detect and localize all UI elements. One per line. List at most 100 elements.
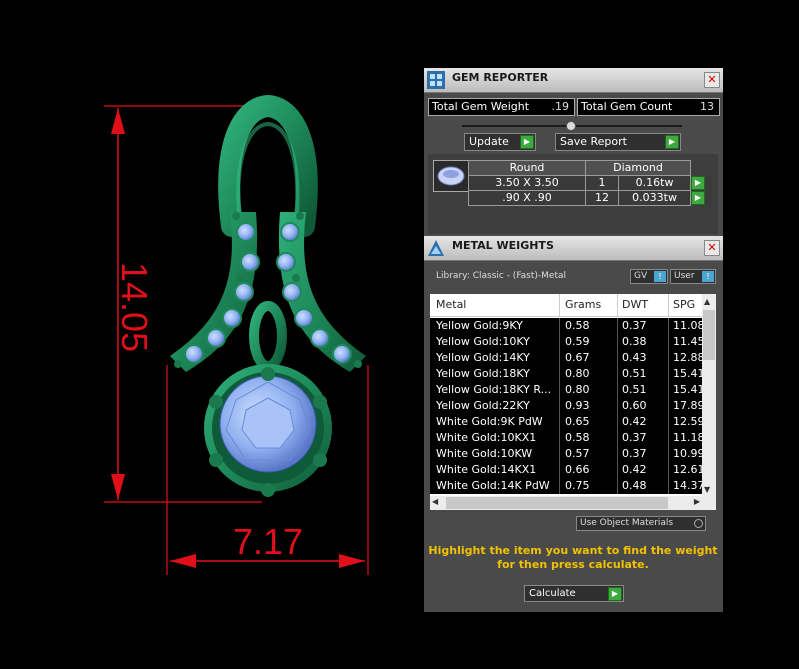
metal-cell-grams: 0.57 [565, 447, 590, 460]
metal-list[interactable]: Metal Grams DWT SPG Yellow Gold:9KY 0.58 0… [430, 294, 716, 510]
play-arrow-icon: ▶ [665, 135, 679, 149]
gem-area: Round Diamond 3.50 X 3.50 1 0.16tw ▶ .90… [428, 154, 718, 234]
metal-cell-spg: 11.45 [673, 335, 702, 348]
vertical-scrollbar[interactable]: ▲ ▼ [702, 294, 716, 496]
width-dimension-label: 7.17 [233, 521, 303, 562]
total-gem-count-field: Total Gem Count 13 [577, 98, 720, 116]
metal-cell-metal: Yellow Gold:22KY [436, 399, 530, 412]
metal-cell-dwt: 0.43 [622, 351, 647, 364]
metal-cell-metal: Yellow Gold:10KY [436, 335, 530, 348]
metal-cell-metal: Yellow Gold:9KY [436, 319, 523, 332]
metal-cell-metal: Yellow Gold:18KY [436, 367, 530, 380]
round-gem-icon[interactable] [433, 160, 469, 192]
scroll-thumb[interactable] [703, 310, 715, 360]
scroll-right-icon[interactable]: ▶ [694, 497, 700, 506]
metal-weights-titlebar[interactable]: METAL WEIGHTS ✕ [424, 236, 723, 261]
metal-row[interactable]: White Gold:9K PdW 0.65 0.42 12.59 [430, 414, 702, 430]
total-gem-weight-value: .19 [540, 99, 573, 115]
metal-cell-spg: 11.08 [673, 319, 702, 332]
col-spg[interactable]: SPG [673, 298, 695, 311]
metal-cell-spg: 11.18 [673, 431, 702, 444]
metal-cell-grams: 0.93 [565, 399, 590, 412]
model-viewport[interactable]: 14.05 7.17 [0, 0, 420, 665]
col-metal[interactable]: Metal [436, 298, 466, 311]
instruction-line-1: Highlight the item you want to find the … [428, 544, 718, 557]
metal-cell-dwt: 0.51 [622, 383, 647, 396]
gv-toggle[interactable]: GV ! [630, 269, 668, 284]
metal-row[interactable]: Yellow Gold:22KY 0.93 0.60 17.89 [430, 398, 702, 414]
metal-cell-spg: 14.37 [673, 479, 702, 492]
close-icon[interactable]: ✕ [704, 240, 720, 256]
metal-row[interactable]: Yellow Gold:18KY R... 0.80 0.51 15.41 [430, 382, 702, 398]
use-object-materials-toggle[interactable]: Use Object Materials [576, 516, 706, 531]
metal-cell-grams: 0.66 [565, 463, 590, 476]
save-report-button[interactable]: Save Report ▶ [555, 133, 681, 151]
col-dwt[interactable]: DWT [622, 298, 648, 311]
metal-cell-spg: 12.61 [673, 463, 702, 476]
gem-table: Round Diamond 3.50 X 3.50 1 0.16tw ▶ .90… [468, 160, 712, 206]
metal-row[interactable]: Yellow Gold:18KY 0.80 0.51 15.41 [430, 366, 702, 382]
metal-cell-metal: White Gold:9K PdW [436, 415, 543, 428]
total-gem-count-label: Total Gem Count [581, 100, 673, 113]
library-label: Library: Classic - (Fast)-Metal [436, 271, 567, 281]
gem-row[interactable]: .90 X .90 12 0.033tw ▶ [468, 190, 712, 206]
gem-weight: 0.16tw [618, 175, 691, 191]
metal-cell-dwt: 0.37 [622, 447, 647, 460]
gem-row[interactable]: 3.50 X 3.50 1 0.16tw ▶ [468, 175, 712, 191]
total-gem-count-value: 13 [685, 99, 718, 115]
calculate-button-label: Calculate [529, 588, 576, 599]
center-stone-setting [204, 364, 332, 497]
play-arrow-icon: ▶ [520, 135, 534, 149]
metal-row[interactable]: Yellow Gold:14KY 0.67 0.43 12.88 [430, 350, 702, 366]
metal-cell-dwt: 0.48 [622, 479, 647, 492]
metal-cell-dwt: 0.37 [622, 431, 647, 444]
metal-weights-title: METAL WEIGHTS [452, 239, 554, 252]
save-report-button-label: Save Report [560, 135, 627, 148]
metal-row[interactable]: Yellow Gold:10KY 0.59 0.38 11.45 [430, 334, 702, 350]
user-toggle[interactable]: User ! [670, 269, 716, 284]
gem-reporter-titlebar[interactable]: GEM REPORTER ✕ [424, 68, 723, 93]
metal-cell-dwt: 0.42 [622, 415, 647, 428]
accent-stones [184, 222, 352, 364]
gem-count: 1 [584, 175, 620, 191]
close-icon[interactable]: ✕ [704, 72, 720, 88]
gem-slider[interactable] [462, 121, 682, 131]
scroll-thumb[interactable] [446, 497, 668, 509]
metal-row[interactable]: Yellow Gold:9KY 0.58 0.37 11.08 [430, 318, 702, 334]
use-object-materials-label: Use Object Materials [580, 518, 674, 528]
metal-cell-dwt: 0.60 [622, 399, 647, 412]
metal-cell-metal: White Gold:10KX1 [436, 431, 537, 444]
gem-shape-header: Round [468, 160, 586, 176]
metal-weights-panel: METAL WEIGHTS ✕ Library: Classic - (Fast… [424, 236, 723, 612]
metal-cell-metal: White Gold:14KX1 [436, 463, 537, 476]
slider-handle[interactable] [566, 121, 576, 131]
metal-cell-grams: 0.58 [565, 319, 590, 332]
gv-label: GV [634, 271, 648, 281]
scroll-up-icon[interactable]: ▲ [704, 297, 710, 306]
metal-cell-grams: 0.65 [565, 415, 590, 428]
metal-row[interactable]: White Gold:14KX1 0.66 0.42 12.61 [430, 462, 702, 478]
horizontal-scrollbar[interactable]: ◀ ▶ [430, 496, 716, 510]
scroll-left-icon[interactable]: ◀ [432, 497, 438, 506]
calculate-button[interactable]: Calculate ▶ [524, 585, 624, 602]
metal-cell-spg: 12.88 [673, 351, 702, 364]
scroll-down-icon[interactable]: ▼ [704, 485, 710, 494]
total-gem-weight-field: Total Gem Weight .19 [428, 98, 575, 116]
radio-icon [694, 519, 703, 528]
col-grams[interactable]: Grams [565, 298, 601, 311]
metal-row[interactable]: White Gold:14K PdW 0.75 0.48 14.37 [430, 478, 702, 494]
toggle-indicator-icon: ! [702, 271, 714, 282]
metal-row[interactable]: White Gold:10KX1 0.58 0.37 11.18 [430, 430, 702, 446]
metal-cell-metal: Yellow Gold:18KY R... [436, 383, 552, 396]
metal-cell-dwt: 0.37 [622, 319, 647, 332]
gem-reporter-title: GEM REPORTER [452, 71, 549, 84]
metal-cell-spg: 17.89 [673, 399, 702, 412]
play-arrow-icon[interactable]: ▶ [691, 176, 705, 190]
metal-row[interactable]: White Gold:10KW 0.57 0.37 10.99 [430, 446, 702, 462]
toggle-indicator-icon: ! [654, 271, 666, 282]
metal-cell-spg: 15.41 [673, 383, 702, 396]
metal-flask-icon [426, 238, 446, 258]
play-arrow-icon[interactable]: ▶ [691, 191, 705, 205]
update-button[interactable]: Update ▶ [464, 133, 536, 151]
metal-cell-grams: 0.80 [565, 383, 590, 396]
